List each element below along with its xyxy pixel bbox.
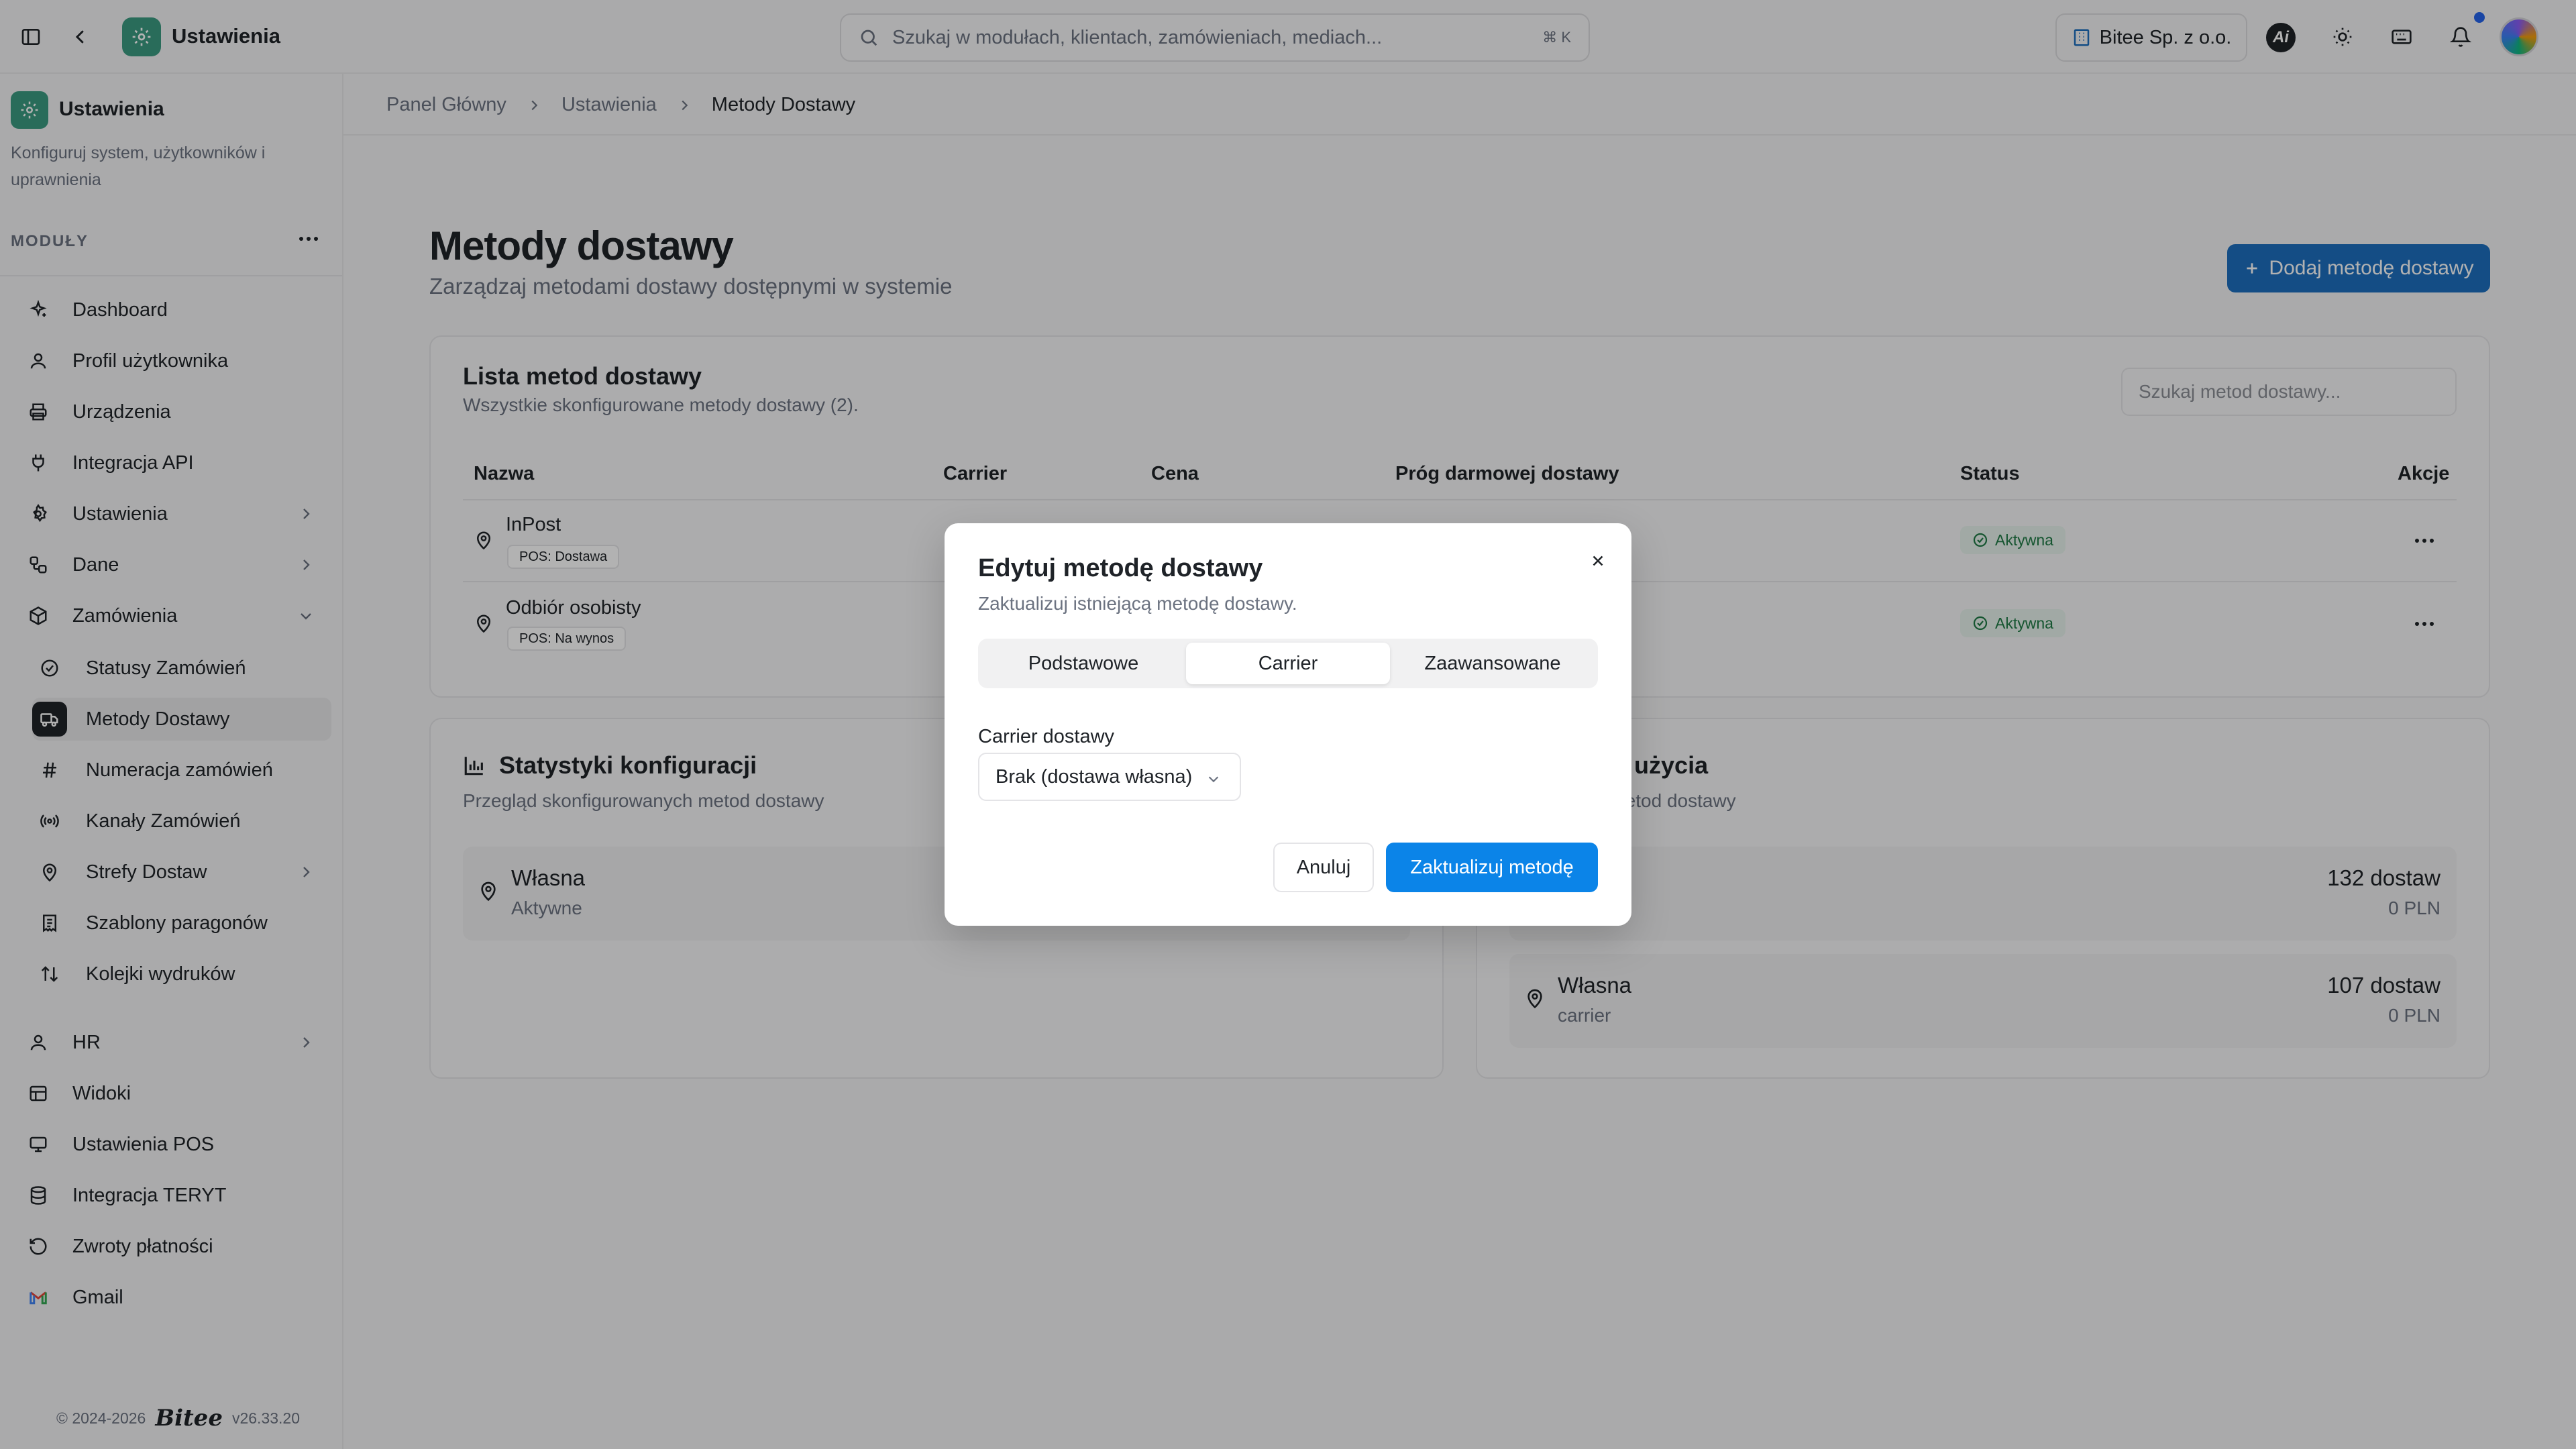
close-icon[interactable] — [1579, 542, 1617, 580]
carrier-select[interactable]: Brak (dostawa własna) — [978, 753, 1241, 801]
update-method-button[interactable]: Zaktualizuj metodę — [1386, 843, 1598, 892]
carrier-select-value: Brak (dostawa własna) — [996, 765, 1193, 788]
tab-basic[interactable]: Podstawowe — [982, 643, 1185, 684]
dialog-subtitle: Zaktualizuj istniejącą metodę dostawy. — [978, 593, 1297, 614]
tab-carrier[interactable]: Carrier — [1186, 643, 1390, 684]
dialog-title: Edytuj metodę dostawy — [978, 554, 1263, 582]
tab-advanced[interactable]: Zaawansowane — [1391, 643, 1594, 684]
dialog-tabs: Podstawowe Carrier Zaawansowane — [978, 639, 1598, 688]
chevron-down-icon — [1208, 776, 1219, 783]
carrier-label: Carrier dostawy — [978, 726, 1115, 747]
cancel-button[interactable]: Anuluj — [1273, 843, 1374, 892]
